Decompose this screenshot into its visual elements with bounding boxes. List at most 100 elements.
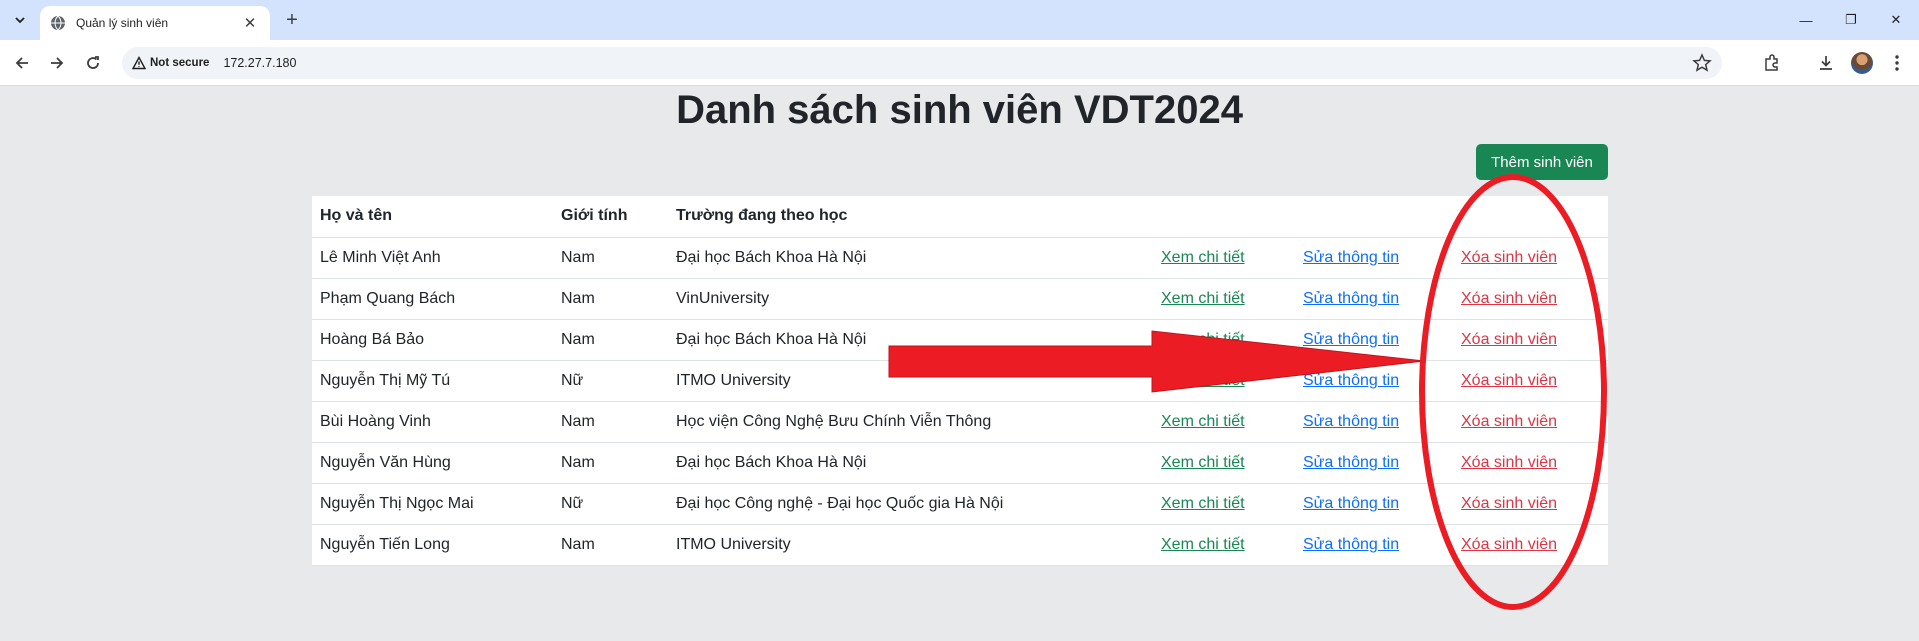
view-detail-link[interactable]: Xem chi tiết <box>1161 290 1245 307</box>
table-row: Nguyễn Văn Hùng Nam Đại học Bách Khoa Hà N… <box>312 442 1608 484</box>
view-detail-link-cell: Xem chi tiết <box>1153 483 1295 525</box>
delete-student-link-cell: Xóa sinh viên <box>1453 319 1608 361</box>
delete-student-link-cell: Xóa sinh viên <box>1453 483 1608 525</box>
student-school: Đại học Bách Khoa Hà Nội <box>668 237 1153 279</box>
edit-info-link[interactable]: Sửa thông tin <box>1303 290 1399 307</box>
delete-student-link[interactable]: Xóa sinh viên <box>1461 290 1557 307</box>
table-body: Lê Minh Việt Anh Nam Đại học Bách Khoa Hà … <box>312 237 1608 566</box>
column-header-gender: Giới tính <box>553 196 668 238</box>
edit-info-link[interactable]: Sửa thông tin <box>1303 536 1399 553</box>
delete-student-link-cell: Xóa sinh viên <box>1453 524 1608 566</box>
student-name: Nguyễn Thị Ngọc Mai <box>312 483 553 525</box>
puzzle-icon <box>1765 54 1778 71</box>
student-name: Nguyễn Thị Mỹ Tú <box>312 360 553 402</box>
new-tab-button[interactable]: + <box>280 8 304 32</box>
tab-title: Quản lý sinh viên <box>76 16 169 30</box>
column-header-edit <box>1295 196 1453 238</box>
address-bar[interactable]: Not secure 172.27.7.180 <box>122 47 1722 79</box>
student-name: Nguyễn Tiến Long <box>312 524 553 566</box>
edit-info-link-cell: Sửa thông tin <box>1295 483 1453 525</box>
student-gender: Nam <box>553 524 668 566</box>
edit-info-link-cell: Sửa thông tin <box>1295 237 1453 279</box>
student-school: VinUniversity <box>668 278 1153 320</box>
arrow-left-icon <box>15 57 28 69</box>
delete-student-link[interactable]: Xóa sinh viên <box>1461 495 1557 512</box>
window-close-button[interactable]: ✕ <box>1873 0 1919 40</box>
student-name: Bùi Hoàng Vinh <box>312 401 553 443</box>
student-school: ITMO University <box>668 360 1153 402</box>
view-detail-link[interactable]: Xem chi tiết <box>1161 454 1245 471</box>
delete-student-link[interactable]: Xóa sinh viên <box>1461 454 1557 471</box>
student-gender: Nam <box>553 319 668 361</box>
tab-search-button[interactable] <box>8 8 32 32</box>
delete-student-link[interactable]: Xóa sinh viên <box>1461 249 1557 266</box>
downloads-button[interactable] <box>1815 52 1837 74</box>
delete-student-link[interactable]: Xóa sinh viên <box>1461 331 1557 348</box>
student-gender: Nam <box>553 442 668 484</box>
download-icon <box>1820 56 1832 70</box>
column-header-delete <box>1453 196 1608 238</box>
table-row: Phạm Quang Bách Nam VinUniversity Xem chi t… <box>312 278 1608 320</box>
student-school: Đại học Công nghệ - Đại học Quốc gia Hà … <box>668 483 1153 525</box>
browser-menu-button[interactable] <box>1886 52 1908 74</box>
view-detail-link[interactable]: Xem chi tiết <box>1161 536 1245 553</box>
profile-avatar[interactable] <box>1851 52 1873 74</box>
student-gender: Nữ <box>553 483 668 525</box>
edit-info-link[interactable]: Sửa thông tin <box>1303 454 1399 471</box>
view-detail-link-cell: Xem chi tiết <box>1153 442 1295 484</box>
globe-icon <box>51 15 65 31</box>
edit-info-link[interactable]: Sửa thông tin <box>1303 372 1399 389</box>
table-row: Nguyễn Tiến Long Nam ITMO University Xem ch… <box>312 524 1608 566</box>
column-header-view <box>1153 196 1295 238</box>
edit-info-link[interactable]: Sửa thông tin <box>1303 413 1399 430</box>
edit-info-link[interactable]: Sửa thông tin <box>1303 331 1399 348</box>
forward-button[interactable] <box>44 50 70 76</box>
close-tab-icon[interactable]: ✕ <box>240 14 260 32</box>
reload-icon <box>87 56 99 69</box>
bookmark-star-icon[interactable] <box>1692 53 1712 73</box>
student-name: Hoàng Bá Bảo <box>312 319 553 361</box>
kebab-menu-icon <box>1895 55 1899 71</box>
delete-student-link-cell: Xóa sinh viên <box>1453 360 1608 402</box>
view-detail-link[interactable]: Xem chi tiết <box>1161 495 1245 512</box>
delete-student-link-cell: Xóa sinh viên <box>1453 278 1608 320</box>
edit-info-link-cell: Sửa thông tin <box>1295 442 1453 484</box>
browser-tab-bar: Quản lý sinh viên ✕ + — ❐ ✕ <box>0 0 1919 40</box>
delete-student-link-cell: Xóa sinh viên <box>1453 442 1608 484</box>
security-label: Not secure <box>150 57 210 69</box>
minimize-button[interactable]: — <box>1783 0 1829 40</box>
delete-student-link[interactable]: Xóa sinh viên <box>1461 372 1557 389</box>
delete-student-link-cell: Xóa sinh viên <box>1453 401 1608 443</box>
extensions-button[interactable] <box>1761 52 1783 74</box>
edit-info-link-cell: Sửa thông tin <box>1295 319 1453 361</box>
delete-student-link[interactable]: Xóa sinh viên <box>1461 413 1557 430</box>
reload-button[interactable] <box>80 50 106 76</box>
active-tab[interactable]: Quản lý sinh viên ✕ <box>40 6 270 40</box>
add-student-button[interactable]: Thêm sinh viên <box>1476 144 1608 180</box>
edit-info-link[interactable]: Sửa thông tin <box>1303 495 1399 512</box>
view-detail-link[interactable]: Xem chi tiết <box>1161 372 1245 389</box>
table-header-row: Họ và tên Giới tính Trường đang theo học <box>312 196 1608 238</box>
delete-student-link-cell: Xóa sinh viên <box>1453 237 1608 279</box>
back-button[interactable] <box>9 50 35 76</box>
student-gender: Nam <box>553 278 668 320</box>
view-detail-link-cell: Xem chi tiết <box>1153 319 1295 361</box>
view-detail-link[interactable]: Xem chi tiết <box>1161 331 1245 348</box>
edit-info-link[interactable]: Sửa thông tin <box>1303 249 1399 266</box>
view-detail-link-cell: Xem chi tiết <box>1153 237 1295 279</box>
security-chip[interactable]: Not secure <box>132 56 209 70</box>
student-gender: Nam <box>553 401 668 443</box>
view-detail-link[interactable]: Xem chi tiết <box>1161 249 1245 266</box>
column-header-name: Họ và tên <box>312 196 553 238</box>
view-detail-link[interactable]: Xem chi tiết <box>1161 413 1245 430</box>
url-text[interactable]: 172.27.7.180 <box>223 56 296 70</box>
column-header-school: Trường đang theo học <box>668 196 1153 238</box>
view-detail-link-cell: Xem chi tiết <box>1153 360 1295 402</box>
edit-info-link-cell: Sửa thông tin <box>1295 524 1453 566</box>
table-row: Hoàng Bá Bảo Nam Đại học Bách Khoa Hà Nội X… <box>312 319 1608 361</box>
view-detail-link-cell: Xem chi tiết <box>1153 278 1295 320</box>
delete-student-link[interactable]: Xóa sinh viên <box>1461 536 1557 553</box>
student-name: Phạm Quang Bách <box>312 278 553 320</box>
restore-button[interactable]: ❐ <box>1828 0 1874 40</box>
student-school: Đại học Bách Khoa Hà Nội <box>668 442 1153 484</box>
